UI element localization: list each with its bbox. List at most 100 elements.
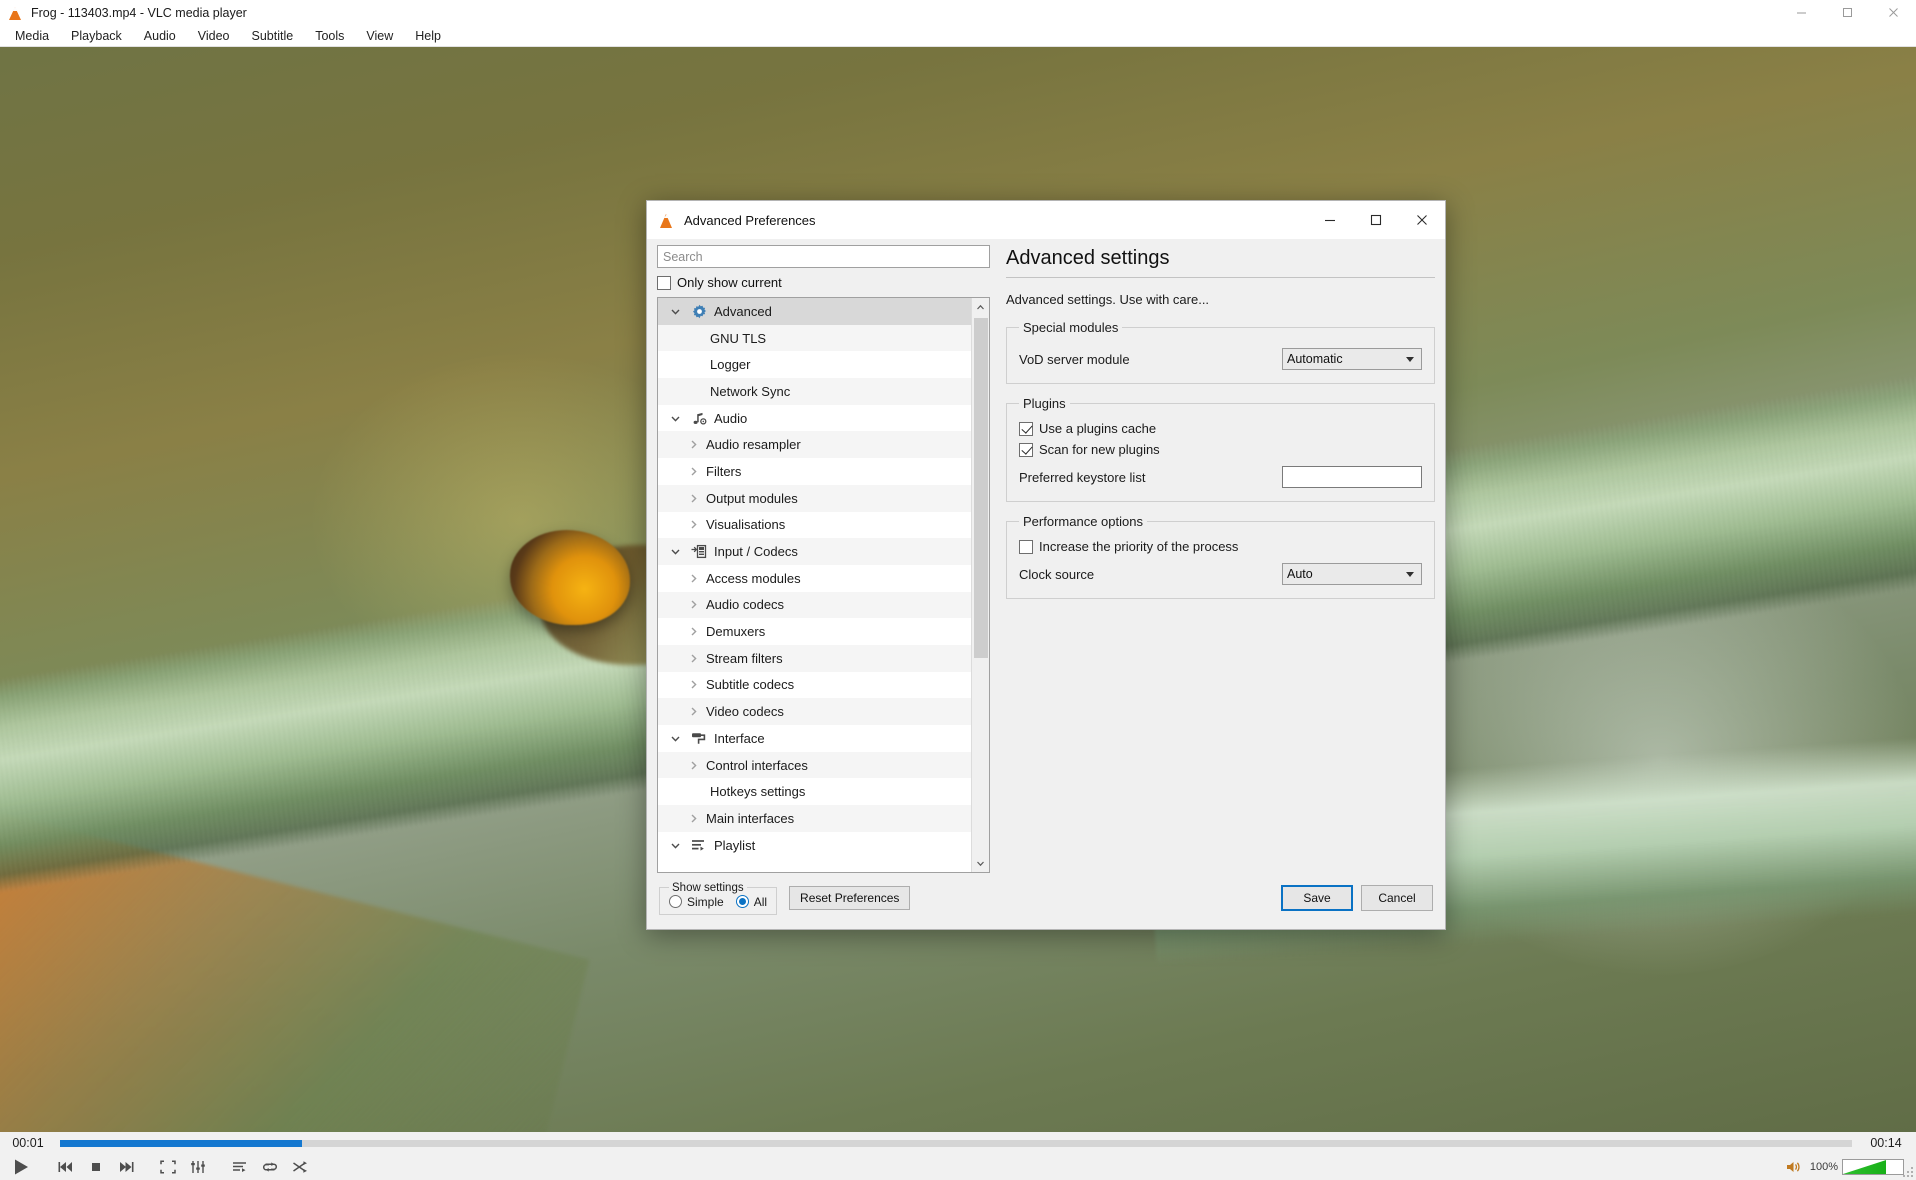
search-input[interactable] [657, 245, 990, 268]
shuffle-button[interactable] [286, 1155, 314, 1179]
settings-tree[interactable]: Advanced GNU TLS Logger Network Sync Audio Au… [658, 298, 971, 872]
chevron-right-icon[interactable] [680, 573, 706, 584]
vod-server-module-combo[interactable]: AutomaticVoD RTSP serverNone [1282, 348, 1422, 370]
tree-item-audio[interactable]: Audio [658, 405, 971, 432]
tree-item-gnu-tls[interactable]: GNU TLS [658, 324, 971, 352]
chevron-up-icon[interactable] [972, 298, 990, 316]
chevron-right-icon[interactable] [680, 760, 706, 771]
vlc-window-title: Frog - 113403.mp4 - VLC media player [31, 5, 247, 20]
extended-settings-button[interactable] [184, 1155, 212, 1179]
checkbox-use-plugins-cache[interactable]: Use a plugins cache [1019, 421, 1422, 436]
chevron-down-icon[interactable] [662, 306, 688, 317]
next-button[interactable] [112, 1155, 140, 1179]
radio-simple[interactable]: Simple [669, 895, 724, 909]
chevron-right-icon[interactable] [680, 813, 706, 824]
menu-view[interactable]: View [355, 25, 404, 47]
play-button[interactable] [4, 1155, 38, 1179]
chevron-down-icon[interactable] [972, 854, 990, 872]
tree-item-advanced[interactable]: Advanced [658, 298, 971, 325]
only-show-current-checkbox[interactable]: Only show current [657, 275, 990, 290]
tree-item-stream-filters[interactable]: Stream filters [658, 644, 971, 672]
tree-item-label: GNU TLS [710, 330, 767, 346]
music-note-icon [688, 411, 710, 426]
tree-item-video-codecs[interactable]: Video codecs [658, 698, 971, 725]
tree-item-input-codecs[interactable]: Input / Codecs [658, 538, 971, 565]
checkbox-scan-new-plugins[interactable]: Scan for new plugins [1019, 442, 1422, 457]
tree-item-access-modules[interactable]: Access modules [658, 565, 971, 592]
mute-speaker-icon[interactable] [1780, 1155, 1808, 1179]
vlc-cone-icon [658, 213, 675, 228]
tree-item-interface[interactable]: Interface [658, 725, 971, 752]
chevron-right-icon[interactable] [680, 679, 706, 690]
chevron-right-icon[interactable] [680, 493, 706, 504]
scrollbar-thumb[interactable] [974, 318, 988, 658]
tree-item-audio-codecs[interactable]: Audio codecs [658, 591, 971, 619]
tree-item-hotkeys-settings[interactable]: Hotkeys settings [658, 778, 971, 805]
tree-item-demuxers[interactable]: Demuxers [658, 618, 971, 645]
playlist-icon [688, 838, 710, 852]
chevron-right-icon[interactable] [680, 599, 706, 610]
clock-source-combo[interactable]: AutoInterrupt timerMultimedia timerQuery… [1282, 563, 1422, 585]
tree-item-playlist[interactable]: Playlist [658, 832, 971, 859]
tree-item-output-modules[interactable]: Output modules [658, 484, 971, 512]
close-icon[interactable] [1399, 201, 1445, 239]
chevron-right-icon[interactable] [680, 626, 706, 637]
reset-preferences-button[interactable]: Reset Preferences [789, 886, 911, 910]
tree-item-logger[interactable]: Logger [658, 351, 971, 378]
checkbox-increase-priority[interactable]: Increase the priority of the process [1019, 539, 1422, 554]
checkbox-label: Use a plugins cache [1039, 421, 1157, 436]
tree-item-label: Interface [714, 730, 765, 746]
volume-slider[interactable] [1842, 1159, 1904, 1175]
seek-slider[interactable] [60, 1139, 1852, 1147]
chevron-down-icon[interactable] [662, 733, 688, 744]
minimize-icon[interactable] [1778, 0, 1824, 25]
clock-source-select[interactable]: AutoInterrupt timerMultimedia timerQuery… [1282, 563, 1422, 585]
tree-item-network-sync[interactable]: Network Sync [658, 378, 971, 405]
maximize-icon[interactable] [1353, 201, 1399, 239]
menu-subtitle[interactable]: Subtitle [241, 25, 305, 47]
maximize-icon[interactable] [1824, 0, 1870, 25]
tree-item-filters[interactable]: Filters [658, 458, 971, 485]
chevron-down-icon[interactable] [662, 546, 688, 557]
radio-all[interactable]: All [735, 895, 767, 909]
menu-video[interactable]: Video [187, 25, 241, 47]
menu-media[interactable]: Media [4, 25, 60, 47]
tree-item-main-interfaces[interactable]: Main interfaces [658, 805, 971, 832]
footer-actions: Save Cancel [1281, 885, 1433, 911]
tree-item-audio-resampler[interactable]: Audio resampler [658, 431, 971, 459]
chevron-right-icon[interactable] [680, 466, 706, 477]
menu-tools[interactable]: Tools [304, 25, 355, 47]
prefs-titlebar: Advanced Preferences [647, 201, 1445, 239]
menu-playback[interactable]: Playback [60, 25, 133, 47]
chevron-down-icon[interactable] [662, 413, 688, 424]
resize-grip[interactable] [1902, 1166, 1914, 1178]
chevron-right-icon[interactable] [680, 519, 706, 530]
preferred-keystore-list-input[interactable] [1282, 466, 1422, 488]
tree-item-control-interfaces[interactable]: Control interfaces [658, 751, 971, 779]
vod-server-module-select[interactable]: AutomaticVoD RTSP serverNone [1282, 348, 1422, 370]
prefs-window-controls [1307, 201, 1445, 239]
loop-button[interactable] [256, 1155, 284, 1179]
save-button[interactable]: Save [1281, 885, 1353, 911]
cancel-button[interactable]: Cancel [1361, 885, 1433, 911]
fullscreen-button[interactable] [154, 1155, 182, 1179]
chevron-right-icon[interactable] [680, 706, 706, 717]
field-label: Clock source [1019, 566, 1095, 582]
chevron-right-icon[interactable] [680, 653, 706, 664]
menu-audio[interactable]: Audio [133, 25, 187, 47]
close-icon[interactable] [1870, 0, 1916, 25]
chevron-down-icon[interactable] [662, 840, 688, 851]
group-special-modules: Special modules VoD server module Automa… [1006, 320, 1435, 384]
chevron-right-icon[interactable] [680, 439, 706, 450]
menu-help[interactable]: Help [404, 25, 452, 47]
previous-button[interactable] [52, 1155, 80, 1179]
tree-item-subtitle-codecs[interactable]: Subtitle codecs [658, 672, 971, 699]
tree-item-label: Access modules [706, 570, 801, 586]
stop-button[interactable] [82, 1155, 110, 1179]
radio-label: Simple [687, 894, 724, 909]
tree-item-visualisations[interactable]: Visualisations [658, 512, 971, 539]
minimize-icon[interactable] [1307, 201, 1353, 239]
playlist-button[interactable] [226, 1155, 254, 1179]
tree-item-label: Logger [710, 357, 751, 373]
tree-scrollbar[interactable] [971, 298, 989, 872]
